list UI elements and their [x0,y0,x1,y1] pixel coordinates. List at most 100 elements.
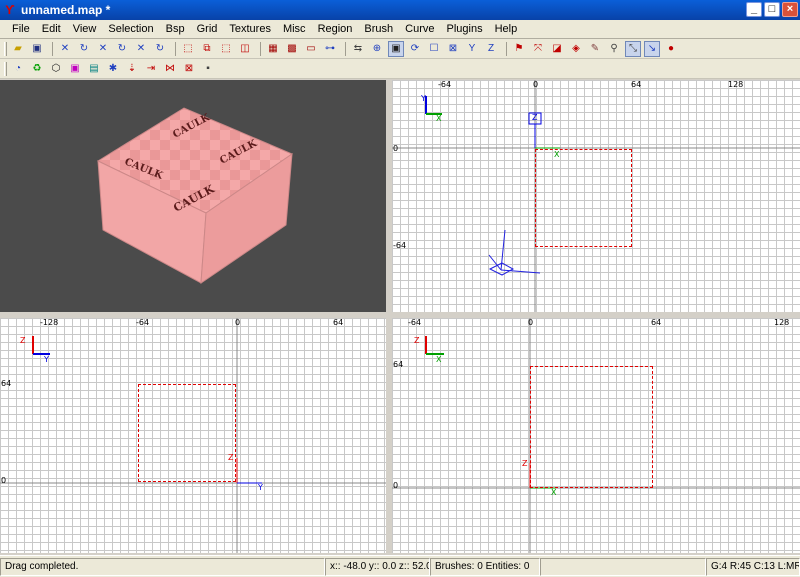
menu-selection[interactable]: Selection [102,20,159,38]
drag-vertices-icon[interactable]: ◪ [549,41,565,57]
tick-x-label: -128 [40,318,59,327]
xy-top-viewport[interactable]: Y X Z X -64 0 64 128 0 -64 [392,80,800,312]
clear-icon[interactable]: ⊠ [181,61,197,77]
select-complete-tall-icon[interactable]: ⬚ [180,41,196,57]
toolbar-separator [52,41,53,56]
entity-icon[interactable]: ⚑ [511,41,527,57]
menu-view[interactable]: View [67,20,103,38]
refresh-icon[interactable]: ⟳ [407,41,423,57]
axis-v-label: Z [414,336,420,345]
selected-brush-outline[interactable] [530,366,653,488]
tick-x-label: 64 [651,318,662,327]
minimize-button[interactable]: _ [746,2,762,17]
toolbar-separator [175,41,176,56]
merge-icon[interactable]: ⇣ [124,61,140,77]
tick-x-label: 0 [528,318,534,327]
main-toolbar: ▰ ▣ ✕ ↻ ✕ ↻ ✕ ↻ ⬚ ⧉ ⬚ ◫ ▦ ▩ ▭ ⊶ ⇆ ⊕ ▣ ⟳ … [0,39,800,59]
drag-edges-icon[interactable]: ⤧ [530,41,546,57]
toolbar-separator [345,41,346,56]
clipper-icon[interactable]: ⊶ [322,41,338,57]
hexagon-icon[interactable]: ⬡ [48,61,64,77]
flip-z-icon[interactable]: ✕ [133,41,149,57]
texture-plugin-icon[interactable]: ▣ [67,61,83,77]
menu-brush[interactable]: Brush [358,20,399,38]
axis-h-label: X [436,114,442,123]
rotate-z-icon[interactable]: ↻ [152,41,168,57]
select-inside-icon[interactable]: ◫ [237,41,253,57]
view-y-icon[interactable]: Y [464,41,480,57]
scale-icon[interactable]: ◈ [568,41,584,57]
tick-x-label: 0 [533,80,539,89]
prefab-icon[interactable]: ▤ [86,61,102,77]
menu-file[interactable]: File [6,20,36,38]
split-icon[interactable]: ⇥ [143,61,159,77]
save-icon[interactable]: ▣ [29,41,45,57]
change-views-icon[interactable]: ⇆ [350,41,366,57]
menu-misc[interactable]: Misc [277,20,312,38]
axis-v-label: Z [20,336,26,345]
axis-h-label: Y [44,355,49,364]
status-message: Drag completed. [0,558,325,576]
rotate-x-icon[interactable]: ↻ [76,41,92,57]
app-icon: ϒ [5,3,15,17]
axis-h-label: X [436,355,442,364]
menu-textures[interactable]: Textures [223,20,277,38]
hollow-icon[interactable]: ▭ [303,41,319,57]
bob-icon[interactable]: ✱ [105,61,121,77]
view-cross-icon[interactable]: ⊠ [445,41,461,57]
shader-icon[interactable]: ● [663,41,679,57]
xz-front-viewport[interactable]: Z X Z X -64 0 64 128 64 0 [392,318,800,553]
yz-side-viewport[interactable]: Z Y Z Y -128 -64 0 64 64 0 [0,318,386,553]
camera-icon[interactable]: ▪ [200,61,216,77]
select-touching-icon[interactable]: ⧉ [199,41,215,57]
menu-plugins[interactable]: Plugins [441,20,489,38]
tick-x-label: -64 [136,318,150,327]
camera-viewport[interactable]: CAULK CAULK CAULK CAULK [0,80,386,312]
window-title: unnamed.map * [21,3,111,17]
menu-edit[interactable]: Edit [36,20,67,38]
rotate-y-icon[interactable]: ↻ [114,41,130,57]
status-coordinates: x:: -48.0 y:: 0.0 z:: 52.0 [325,558,430,576]
view-z-icon[interactable]: Z [483,41,499,57]
camera-preview-icon[interactable]: ▣ [388,40,404,57]
menu-grid[interactable]: Grid [191,20,224,38]
tick-y-label: 64 [393,360,404,369]
csg-subtract-icon[interactable]: ▦ [265,41,281,57]
selected-brush-outline[interactable] [138,384,236,482]
close-button[interactable]: × [782,2,798,17]
tick-y-label: -64 [393,241,407,250]
menu-help[interactable]: Help [489,20,524,38]
maximize-button[interactable]: □ [764,2,780,17]
toolbar-separator [506,41,507,56]
tick-y-label: 0 [393,144,399,153]
patch-icon[interactable]: ✎ [587,41,603,57]
tick-x-label: 64 [631,80,642,89]
title-bar: ϒ unnamed.map * _ □ × [0,0,800,20]
dont-select-curves-icon[interactable]: ⤡ [625,40,641,57]
open-icon[interactable]: ▰ [10,41,26,57]
menu-bsp[interactable]: Bsp [160,20,191,38]
menu-curve[interactable]: Curve [399,20,440,38]
status-counts: Brushes: 0 Entities: 0 [430,558,540,576]
mirror-icon[interactable]: ⋈ [162,61,178,77]
rotate-plugin-icon[interactable]: ◔ [10,61,26,77]
secondary-toolbar: ◔ ♻ ⬡ ▣ ▤ ✱ ⇣ ⇥ ⋈ ⊠ ▪ [0,59,800,79]
selected-brush-outline[interactable] [535,149,632,247]
select-partial-tall-icon[interactable]: ⬚ [218,41,234,57]
view-x-icon[interactable]: ☐ [426,41,442,57]
flip-y-icon[interactable]: ✕ [95,41,111,57]
cycle-icon[interactable]: ♻ [29,61,45,77]
origin-x-label: X [551,488,557,497]
dont-select-models-icon[interactable]: ↘ [644,40,660,57]
lights-icon[interactable]: ⚲ [606,41,622,57]
csg-merge-icon[interactable]: ▩ [284,41,300,57]
origin-z-label: Z [532,113,538,122]
texture-lock-icon[interactable]: ⊕ [369,41,385,57]
toolbar-grip[interactable] [4,61,7,76]
tick-x-label: 64 [333,318,344,327]
tick-x-label: 0 [235,318,241,327]
menu-region[interactable]: Region [312,20,359,38]
tick-y-label: 0 [1,476,7,485]
toolbar-grip[interactable] [4,41,7,56]
flip-x-icon[interactable]: ✕ [57,41,73,57]
